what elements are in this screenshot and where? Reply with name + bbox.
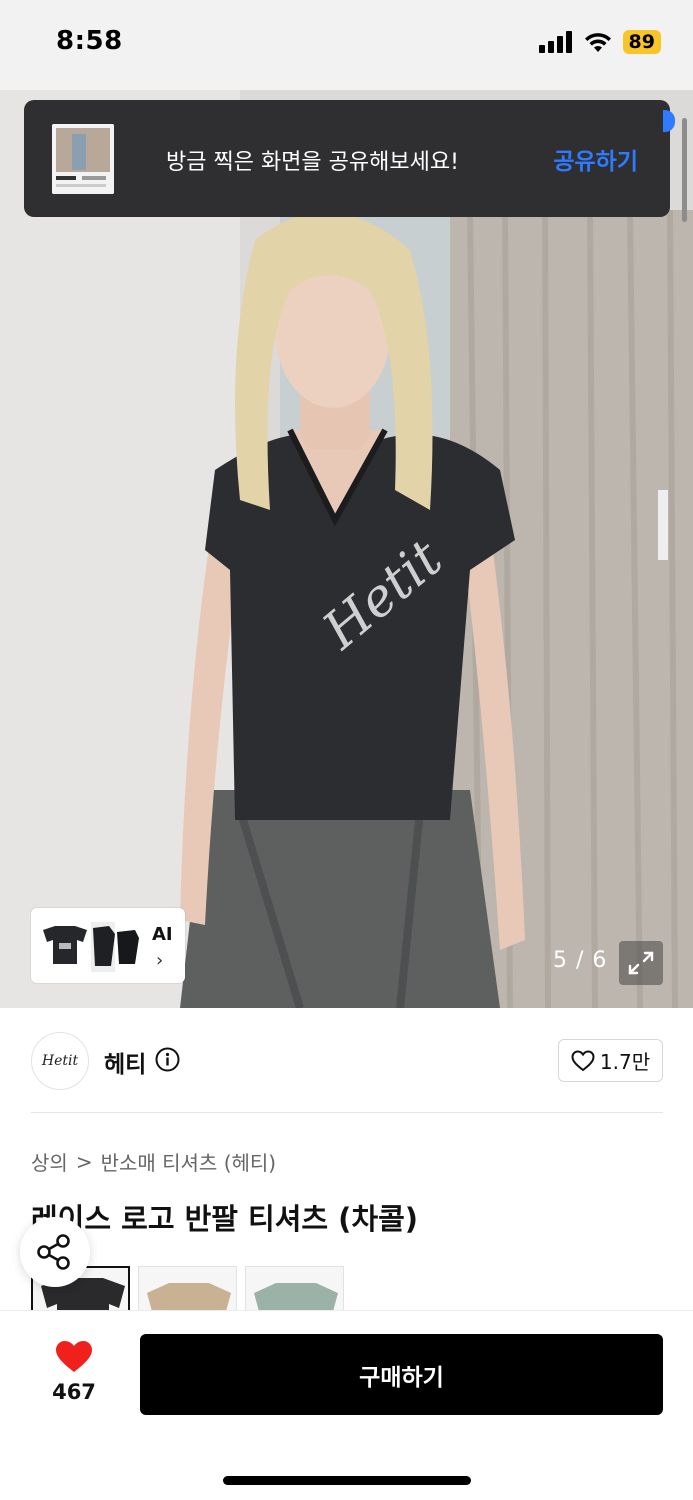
breadcrumb-separator: > bbox=[75, 1149, 93, 1174]
breadcrumb-item-top[interactable]: 상의 bbox=[31, 1147, 68, 1176]
share-screenshot-toast: 방금 찍은 화면을 공유해보세요! 공유하기 bbox=[24, 100, 670, 217]
screenshot-thumbnail[interactable] bbox=[52, 124, 114, 194]
brand-like-button[interactable]: 1.7만 bbox=[558, 1039, 663, 1082]
similar-items-thumbnails bbox=[43, 922, 139, 972]
breadcrumb-item-category[interactable]: 반소매 티셔츠 (헤티) bbox=[101, 1147, 277, 1176]
status-icons: 89 bbox=[538, 30, 661, 54]
ai-similar-items-card[interactable]: AI › bbox=[31, 908, 185, 983]
share-icon bbox=[37, 1234, 70, 1270]
expand-image-button[interactable] bbox=[619, 941, 663, 985]
status-bar: 8:58 89 bbox=[0, 0, 693, 90]
chevron-right-icon: › bbox=[156, 950, 164, 971]
divider bbox=[31, 1112, 663, 1113]
home-indicator bbox=[223, 1476, 471, 1485]
image-page-counter: 5 / 6 bbox=[553, 948, 608, 973]
wishlist-count: 467 bbox=[52, 1380, 96, 1404]
breadcrumb: 상의 > 반소매 티셔츠 (헤티) bbox=[31, 1147, 276, 1176]
color-swatch-mint[interactable] bbox=[245, 1266, 344, 1310]
toast-message: 방금 찍은 화면을 공유해보세요! bbox=[166, 150, 459, 175]
brand-logo[interactable]: Hetit bbox=[31, 1032, 89, 1090]
ai-label: AI bbox=[152, 924, 173, 945]
share-button[interactable] bbox=[20, 1217, 90, 1287]
product-photo[interactable]: Hetit bbox=[0, 90, 693, 1008]
heart-outline-icon bbox=[571, 1049, 595, 1071]
wishlist-button[interactable] bbox=[44, 1338, 104, 1378]
expand-arrows-icon bbox=[628, 951, 654, 975]
brand-name[interactable]: 헤티 bbox=[104, 1045, 146, 1079]
wifi-icon bbox=[584, 33, 611, 52]
info-circle-icon[interactable] bbox=[155, 1047, 180, 1072]
brand-like-count: 1.7만 bbox=[599, 1050, 651, 1074]
color-swatch-beige[interactable] bbox=[138, 1266, 237, 1310]
heart-filled-icon bbox=[56, 1341, 92, 1372]
battery-level: 89 bbox=[622, 30, 661, 54]
product-image-gallery[interactable]: Hetit bbox=[0, 90, 693, 1008]
status-time: 8:58 bbox=[56, 26, 123, 56]
scrollbar bbox=[682, 118, 687, 222]
share-action-button[interactable]: 공유하기 bbox=[553, 142, 638, 176]
buy-button[interactable]: 구매하기 bbox=[140, 1334, 663, 1415]
cellular-signal-icon bbox=[538, 31, 572, 53]
